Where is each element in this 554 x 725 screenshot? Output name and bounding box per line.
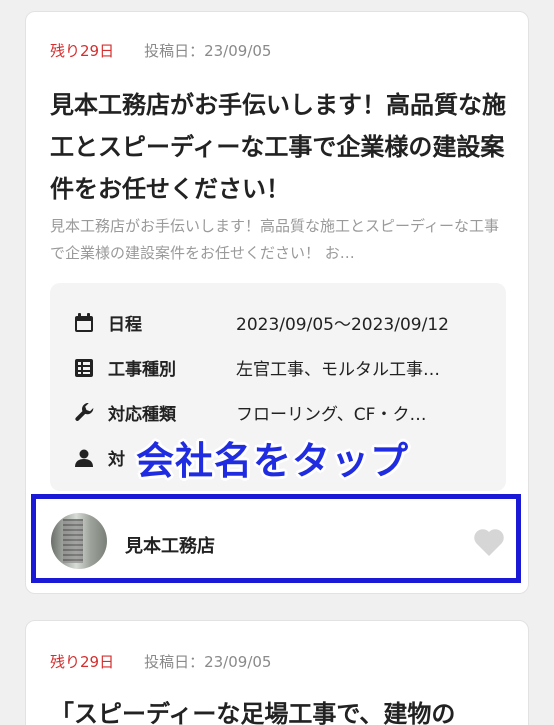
remaining-days-label-2: 残り29日 (50, 653, 115, 671)
card-meta: 残り29日 投稿日：23/09/05 (50, 40, 271, 61)
info-row-schedule: 日程 2023/09/05〜2023/09/12 (74, 310, 494, 335)
wrench-icon (74, 403, 94, 423)
info-value-work-type: 左官工事、モルタル工事… (236, 360, 440, 380)
heart-icon (474, 529, 504, 556)
info-row-support-type: 対応種類 フローリング、CF・ク… (74, 400, 494, 425)
tap-instruction-overlay: 会社名をタップ (136, 439, 410, 483)
info-label-support-type: 対応種類 (108, 405, 176, 425)
calendar-icon (74, 313, 94, 333)
list-icon (74, 358, 94, 378)
posted-date-label: 投稿日：23/09/05 (144, 42, 272, 60)
card-meta-2: 残り29日 投稿日：23/09/05 (50, 651, 271, 672)
post-title-2[interactable]: 「スピーディーな足場工事で、建物の (50, 693, 510, 725)
info-label-schedule: 日程 (108, 315, 142, 335)
person-icon (74, 448, 94, 468)
info-label-work-type: 工事種別 (108, 360, 176, 380)
info-value-support-type: フローリング、CF・ク… (236, 405, 427, 425)
favorite-button[interactable] (473, 527, 505, 557)
job-post-card-2[interactable]: 残り29日 投稿日：23/09/05 「スピーディーな足場工事で、建物の (25, 620, 529, 725)
remaining-days-label: 残り29日 (50, 42, 115, 60)
post-title[interactable]: 見本工務店がお手伝いします！高品質な施工とスピーディーな工事で企業様の建設案件を… (50, 84, 510, 210)
company-avatar[interactable] (51, 513, 107, 569)
info-value-schedule: 2023/09/05〜2023/09/12 (236, 315, 449, 335)
info-row-work-type: 工事種別 左官工事、モルタル工事… (74, 355, 494, 380)
posted-date-label-2: 投稿日：23/09/05 (144, 653, 272, 671)
company-name-link[interactable]: 見本工務店 (125, 532, 215, 558)
post-excerpt: 見本工務店がお手伝いします！高品質な施工とスピーディーな工事で企業様の建設案件を… (50, 217, 499, 262)
company-row[interactable]: 見本工務店 (25, 494, 529, 592)
